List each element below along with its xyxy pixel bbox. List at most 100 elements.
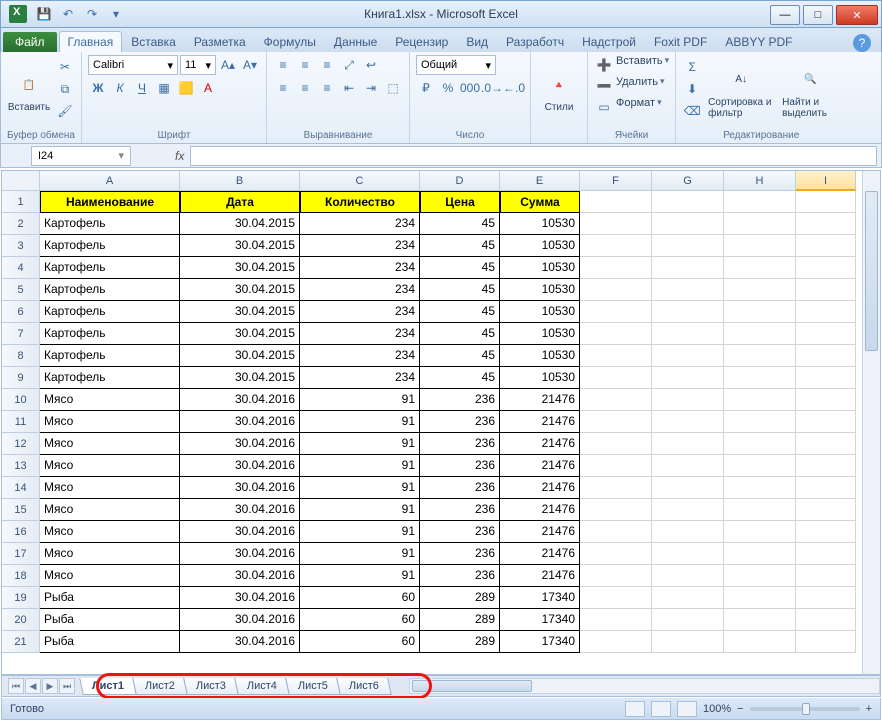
cell[interactable] xyxy=(724,433,796,455)
cell[interactable]: 234 xyxy=(300,323,420,345)
styles-button[interactable]: 🔺 Стили xyxy=(537,55,581,128)
view-layout-icon[interactable] xyxy=(651,701,671,717)
cell[interactable]: 30.04.2015 xyxy=(180,323,300,345)
cell[interactable]: 30.04.2016 xyxy=(180,543,300,565)
cell[interactable] xyxy=(796,213,856,235)
cell[interactable] xyxy=(580,389,652,411)
cell[interactable]: 234 xyxy=(300,257,420,279)
comma-icon[interactable]: 000 xyxy=(460,78,480,98)
cell[interactable]: 60 xyxy=(300,587,420,609)
cell[interactable]: Количество xyxy=(300,191,420,213)
italic-icon[interactable]: К xyxy=(110,78,130,98)
cell[interactable]: 91 xyxy=(300,499,420,521)
row-header[interactable]: 10 xyxy=(2,389,40,411)
ribbon-tab-вставка[interactable]: Вставка xyxy=(122,31,185,52)
cell[interactable] xyxy=(652,565,724,587)
cell[interactable] xyxy=(724,543,796,565)
cell[interactable] xyxy=(724,631,796,653)
cell[interactable] xyxy=(580,367,652,389)
cell[interactable] xyxy=(580,235,652,257)
cell[interactable] xyxy=(724,521,796,543)
cell[interactable]: 30.04.2016 xyxy=(180,477,300,499)
fill-color-icon[interactable]: 🟨 xyxy=(176,78,196,98)
cell[interactable]: 91 xyxy=(300,455,420,477)
formula-input[interactable] xyxy=(190,146,877,166)
cell[interactable]: Картофель xyxy=(40,323,180,345)
clear-icon[interactable]: ⌫ xyxy=(682,101,702,121)
cell[interactable] xyxy=(652,455,724,477)
cell[interactable]: 21476 xyxy=(500,389,580,411)
column-header-A[interactable]: A xyxy=(40,171,180,191)
decrease-indent-icon[interactable]: ⇤ xyxy=(339,78,359,98)
border-icon[interactable]: ▦ xyxy=(154,78,174,98)
scroll-thumb[interactable] xyxy=(412,680,532,692)
ribbon-tab-рецензир[interactable]: Рецензир xyxy=(386,31,457,52)
fill-icon[interactable]: ⬇ xyxy=(682,79,702,99)
format-cells-icon[interactable]: ▭ xyxy=(594,97,614,117)
zoom-thumb[interactable] xyxy=(802,703,810,715)
column-header-E[interactable]: E xyxy=(500,171,580,191)
cell[interactable]: 234 xyxy=(300,345,420,367)
cell[interactable]: 236 xyxy=(420,543,500,565)
cell[interactable]: 234 xyxy=(300,235,420,257)
cell[interactable]: 10530 xyxy=(500,279,580,301)
cell[interactable]: 30.04.2015 xyxy=(180,213,300,235)
cell[interactable] xyxy=(796,411,856,433)
cell[interactable]: Мясо xyxy=(40,499,180,521)
sheet-nav-prev-icon[interactable]: ◀ xyxy=(25,678,41,694)
increase-font-icon[interactable]: A▴ xyxy=(218,55,238,75)
cell[interactable]: Сумма xyxy=(500,191,580,213)
cell[interactable]: 10530 xyxy=(500,301,580,323)
ribbon-tab-foxit pdf[interactable]: Foxit PDF xyxy=(645,31,716,52)
row-header[interactable]: 15 xyxy=(2,499,40,521)
cell[interactable]: 30.04.2015 xyxy=(180,235,300,257)
cell[interactable] xyxy=(796,235,856,257)
cell[interactable] xyxy=(652,257,724,279)
ribbon-tab-главная[interactable]: Главная xyxy=(59,31,123,52)
cell[interactable]: 234 xyxy=(300,367,420,389)
cell[interactable]: Картофель xyxy=(40,257,180,279)
autosum-icon[interactable]: Σ xyxy=(682,57,702,77)
minimize-button[interactable]: — xyxy=(770,5,800,25)
align-middle-icon[interactable]: ≡ xyxy=(295,55,315,75)
cell[interactable]: 60 xyxy=(300,609,420,631)
cell[interactable]: 17340 xyxy=(500,587,580,609)
cell[interactable] xyxy=(724,257,796,279)
cell[interactable] xyxy=(652,191,724,213)
align-top-icon[interactable]: ≡ xyxy=(273,55,293,75)
cell[interactable] xyxy=(580,631,652,653)
cell[interactable]: 21476 xyxy=(500,433,580,455)
cell[interactable] xyxy=(580,213,652,235)
cell[interactable]: 10530 xyxy=(500,323,580,345)
format-cells-button[interactable]: Формат xyxy=(616,97,655,117)
file-tab[interactable]: Файл xyxy=(3,32,57,52)
increase-indent-icon[interactable]: ⇥ xyxy=(361,78,381,98)
cell[interactable] xyxy=(724,213,796,235)
cell[interactable]: Рыба xyxy=(40,609,180,631)
cell[interactable] xyxy=(724,455,796,477)
fx-icon[interactable]: fx xyxy=(175,149,184,163)
sort-filter-button[interactable]: A↓ Сортировка и фильтр xyxy=(706,55,776,128)
cell[interactable]: 91 xyxy=(300,543,420,565)
cell[interactable]: 289 xyxy=(420,609,500,631)
cell[interactable]: 45 xyxy=(420,213,500,235)
cell[interactable]: 60 xyxy=(300,631,420,653)
wrap-text-icon[interactable]: ↩ xyxy=(361,55,381,75)
ribbon-tab-данные[interactable]: Данные xyxy=(325,31,386,52)
cell[interactable] xyxy=(580,565,652,587)
row-header[interactable]: 6 xyxy=(2,301,40,323)
ribbon-tab-вид[interactable]: Вид xyxy=(457,31,497,52)
cell[interactable] xyxy=(652,301,724,323)
ribbon-tab-abbyy pdf[interactable]: ABBYY PDF xyxy=(716,31,801,52)
cell[interactable] xyxy=(724,323,796,345)
view-normal-icon[interactable] xyxy=(625,701,645,717)
paste-button[interactable]: 📋 Вставить xyxy=(7,55,51,128)
cell[interactable] xyxy=(796,279,856,301)
cell[interactable]: 10530 xyxy=(500,257,580,279)
cell[interactable] xyxy=(580,191,652,213)
column-header-H[interactable]: H xyxy=(724,171,796,191)
cell[interactable]: 30.04.2016 xyxy=(180,411,300,433)
cell[interactable] xyxy=(580,301,652,323)
format-painter-icon[interactable]: 🖌 xyxy=(55,101,75,121)
cell[interactable] xyxy=(724,499,796,521)
